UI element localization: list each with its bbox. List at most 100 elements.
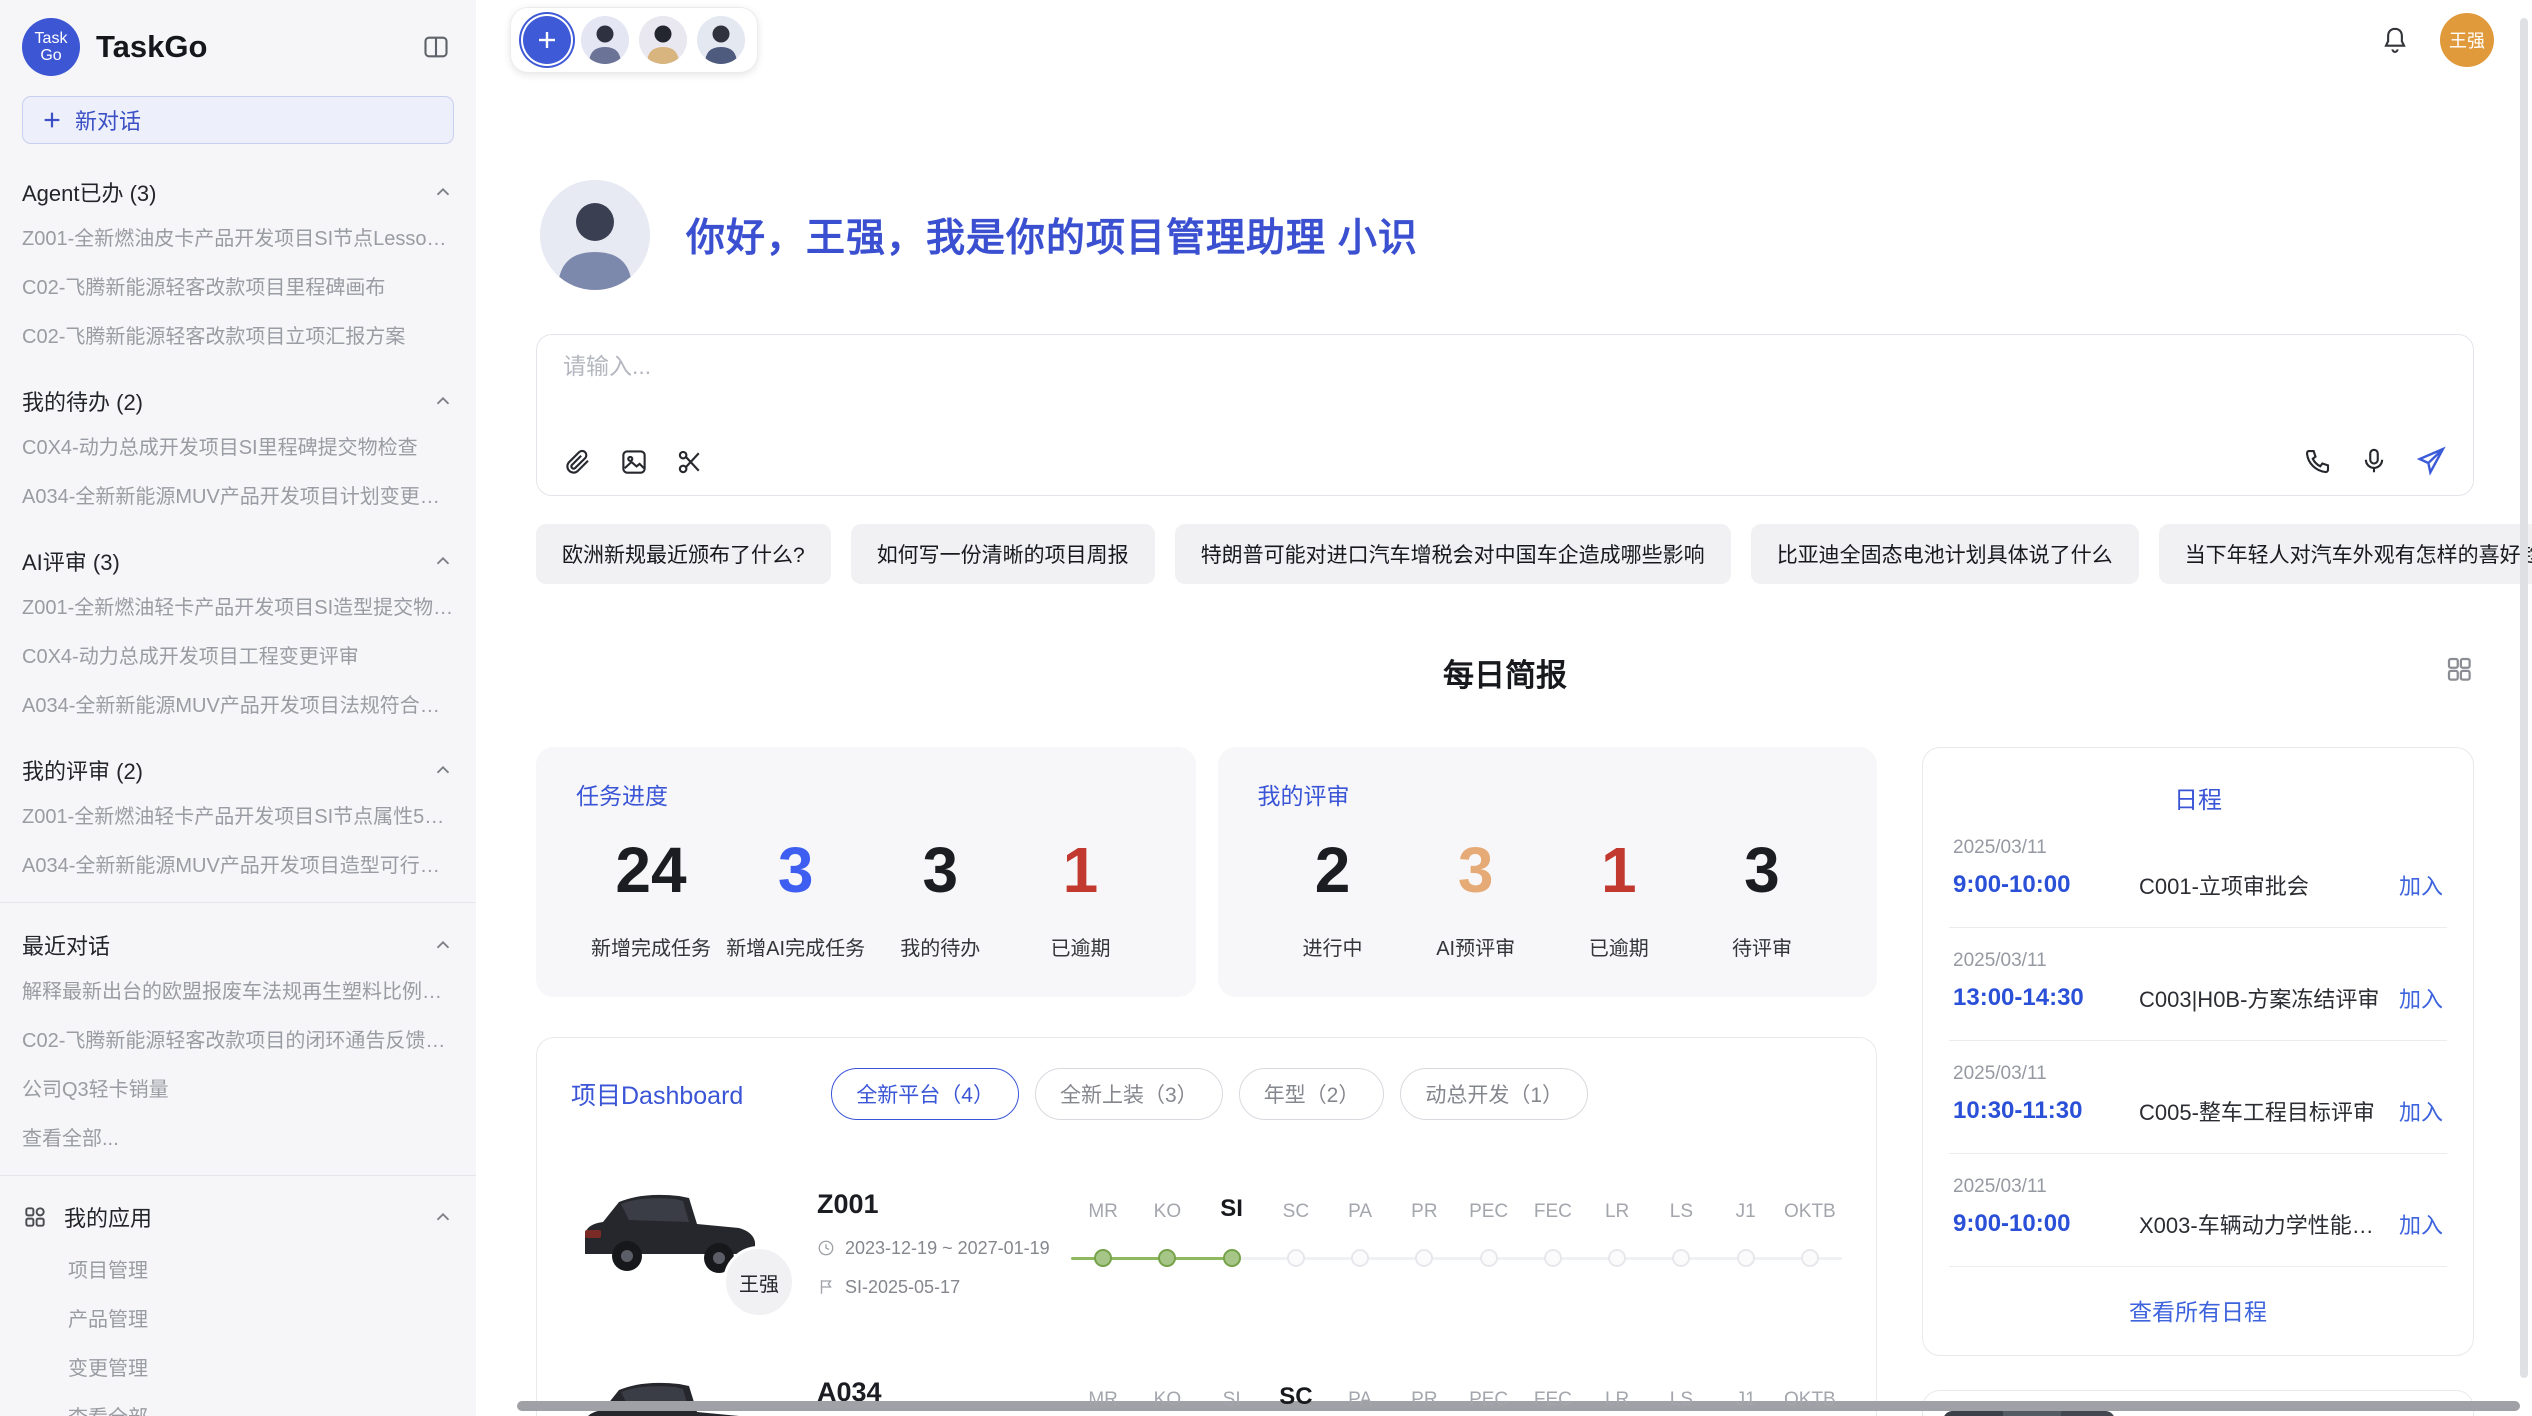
section-label: Agent已办 (3) xyxy=(22,176,157,208)
dashboard-filter-tab[interactable]: 动总开发（1） xyxy=(1400,1068,1588,1120)
section-header-recent-chats[interactable]: 最近对话 xyxy=(22,929,454,961)
milestone-label: KO xyxy=(1154,1193,1181,1223)
phone-icon[interactable] xyxy=(2303,446,2333,476)
agent-avatar[interactable] xyxy=(697,16,745,64)
section-header-ai-review[interactable]: AI评审 (3) xyxy=(22,545,454,577)
milestone-label: SC xyxy=(1283,1193,1309,1223)
join-link[interactable]: 加入 xyxy=(2399,1095,2443,1127)
section-header-my-review[interactable]: 我的评审 (2) xyxy=(22,754,454,786)
suggestion-chip[interactable]: 欧洲新规最近颁布了什么? xyxy=(536,524,831,584)
app-link[interactable]: 项目管理 xyxy=(22,1244,454,1293)
stat-item: 3 AI预评审 xyxy=(1411,837,1541,961)
milestone-cell: J1 xyxy=(1714,1381,1778,1416)
stat-label: 进行中 xyxy=(1268,932,1398,961)
logo-line2: Go xyxy=(40,47,61,64)
section-header-my-todo[interactable]: 我的待办 (2) xyxy=(22,385,454,417)
sidebar-task-item[interactable]: A034-全新新能源MUV产品开发项目计划变更表编写 xyxy=(22,470,454,519)
sidebar-collapse-icon[interactable] xyxy=(422,33,450,61)
view-all-schedule-link[interactable]: 查看所有日程 xyxy=(1949,1267,2447,1335)
stat-item: 3 我的待办 xyxy=(875,837,1005,961)
clock-icon xyxy=(817,1239,835,1257)
sidebar-task-item[interactable]: A034-全新新能源MUV产品开发项目造型可行性评审 xyxy=(22,839,454,888)
suggestion-chip[interactable]: 如何写一份清晰的项目周报 xyxy=(851,524,1155,584)
project-flag: SI-2025-05-17 xyxy=(817,1277,1071,1298)
sidebar-task-item[interactable]: C02-飞腾新能源轻客改款项目立项汇报方案 xyxy=(22,310,454,359)
recent-chat-item[interactable]: 解释最新出台的欧盟报废车法规再生塑料比例被调至15%... xyxy=(22,965,454,1014)
join-link[interactable]: 加入 xyxy=(2399,869,2443,901)
divider xyxy=(0,1175,476,1176)
recent-chat-list: 解释最新出台的欧盟报废车法规再生塑料比例被调至15%...C02-飞腾新能源轻客… xyxy=(22,965,454,1161)
schedule-date: 2025/03/11 xyxy=(1953,1063,2443,1085)
app-title: TaskGo xyxy=(96,29,422,65)
stat-label: 待评审 xyxy=(1697,932,1827,961)
sidebar-task-item[interactable]: Z001-全新燃油轻卡产品开发项目SI节点属性5D文件评审 xyxy=(22,790,454,839)
schedule-card: 日程 2025/03/11 9:00-10:00 C001-立项审批会 加入 xyxy=(1922,747,2474,1356)
chevron-up-icon xyxy=(432,1206,454,1228)
taskgo-logo: Task Go xyxy=(22,18,80,76)
vertical-scrollbar[interactable] xyxy=(2520,18,2528,1378)
stat-value: 24 xyxy=(586,837,716,904)
notification-bell-icon[interactable] xyxy=(2380,25,2410,55)
app-link[interactable]: 查看全部... xyxy=(22,1391,454,1416)
chevron-up-icon xyxy=(432,181,454,203)
recent-chat-item[interactable]: 公司Q3轻卡销量 xyxy=(22,1063,454,1112)
add-agent-button[interactable] xyxy=(523,16,571,64)
agent-avatar[interactable] xyxy=(581,16,629,64)
sidebar-task-item[interactable]: A034-全新新能源MUV产品开发项目法规符合性评审 xyxy=(22,679,454,728)
milestone-label: MR xyxy=(1088,1381,1118,1411)
send-icon[interactable] xyxy=(2415,445,2447,477)
attachment-icon[interactable] xyxy=(563,447,593,477)
milestone-dot xyxy=(1801,1249,1819,1267)
app-link[interactable]: 变更管理 xyxy=(22,1342,454,1391)
main-area: 王强 你好，王强，我是你的项目管理助理 小识 xyxy=(476,0,2532,1416)
scissors-icon[interactable] xyxy=(675,447,705,477)
topbar-right: 王强 xyxy=(2380,13,2494,67)
task-progress-card: 任务进度 24 新增完成任务 3 xyxy=(536,747,1196,997)
milestone-cell: MR xyxy=(1071,1193,1135,1293)
sidebar-task-item[interactable]: Z001-全新燃油轻卡产品开发项目SI造型提交物评审 xyxy=(22,581,454,630)
sidebar-item-my-apps[interactable]: 我的应用 xyxy=(22,1190,454,1244)
app-link[interactable]: 产品管理 xyxy=(22,1293,454,1342)
suggestion-chip[interactable]: 特朗普可能对进口汽车增税会对中国车企造成哪些影响 xyxy=(1175,524,1731,584)
schedule-name: X003-车辆动力学性能验... xyxy=(2139,1208,2387,1240)
milestone-label: SC xyxy=(1279,1381,1312,1411)
milestone-cell: OKTB xyxy=(1778,1193,1842,1293)
milestone-cell: PA xyxy=(1328,1381,1392,1416)
microphone-icon[interactable] xyxy=(2359,446,2389,476)
divider xyxy=(0,902,476,903)
chat-input[interactable] xyxy=(563,353,2447,380)
milestone-cell: FEC xyxy=(1521,1381,1585,1416)
sidebar-scroll-area: Agent已办 (3) Z001-全新燃油皮卡产品开发项目SI节点Lesson … xyxy=(0,150,476,1416)
sidebar-task-item[interactable]: C02-飞腾新能源轻客改款项目里程碑画布 xyxy=(22,261,454,310)
stat-value: 2 xyxy=(1268,837,1398,904)
milestone-dot xyxy=(1223,1249,1241,1267)
stat-label: 新增完成任务 xyxy=(586,932,716,961)
section-header-agent-done[interactable]: Agent已办 (3) xyxy=(22,176,454,208)
image-icon[interactable] xyxy=(619,447,649,477)
section-item-list: C0X4-动力总成开发项目SI里程碑提交物检查A034-全新新能源MUV产品开发… xyxy=(22,421,454,519)
recent-chat-item[interactable]: C02-飞腾新能源轻客改款项目的闭环通告反馈情况 xyxy=(22,1014,454,1063)
milestone-dot xyxy=(1480,1249,1498,1267)
suggestion-chip[interactable]: 比亚迪全固态电池计划具体说了什么 xyxy=(1751,524,2139,584)
milestone-label: LS xyxy=(1670,1193,1693,1223)
join-link[interactable]: 加入 xyxy=(2399,982,2443,1014)
sidebar-task-item[interactable]: Z001-全新燃油皮卡产品开发项目SI节点Lesson Learn报告 xyxy=(22,212,454,261)
milestone-label: OKTB xyxy=(1784,1381,1836,1411)
dashboard-filter-tab[interactable]: 全新平台（4） xyxy=(831,1068,1019,1120)
layout-grid-icon[interactable] xyxy=(2444,654,2474,684)
recent-chat-item[interactable]: 查看全部... xyxy=(22,1112,454,1161)
dashboard-filter-tab[interactable]: 全新上装（3） xyxy=(1035,1068,1223,1120)
new-chat-button[interactable]: 新对话 xyxy=(22,96,454,144)
agent-avatar[interactable] xyxy=(639,16,687,64)
milestone-dot xyxy=(1672,1249,1690,1267)
user-avatar[interactable]: 王强 xyxy=(2440,13,2494,67)
suggestion-chip[interactable]: 当下年轻人对汽车外观有怎样的喜好趋势 xyxy=(2159,524,2532,584)
milestone-cell: KO xyxy=(1135,1381,1199,1416)
dashboard-filter-tab[interactable]: 年型（2） xyxy=(1239,1068,1385,1120)
join-link[interactable]: 加入 xyxy=(2399,1208,2443,1240)
project-row-z001[interactable]: 王强 Z001 2023-12-19 ~ 2027-01-19 xyxy=(571,1178,1842,1308)
sidebar-task-item[interactable]: C0X4-动力总成开发项目工程变更评审 xyxy=(22,630,454,679)
milestone-label: LR xyxy=(1605,1193,1629,1223)
stat-item: 24 新增完成任务 xyxy=(586,837,716,961)
sidebar-task-item[interactable]: C0X4-动力总成开发项目SI里程碑提交物检查 xyxy=(22,421,454,470)
